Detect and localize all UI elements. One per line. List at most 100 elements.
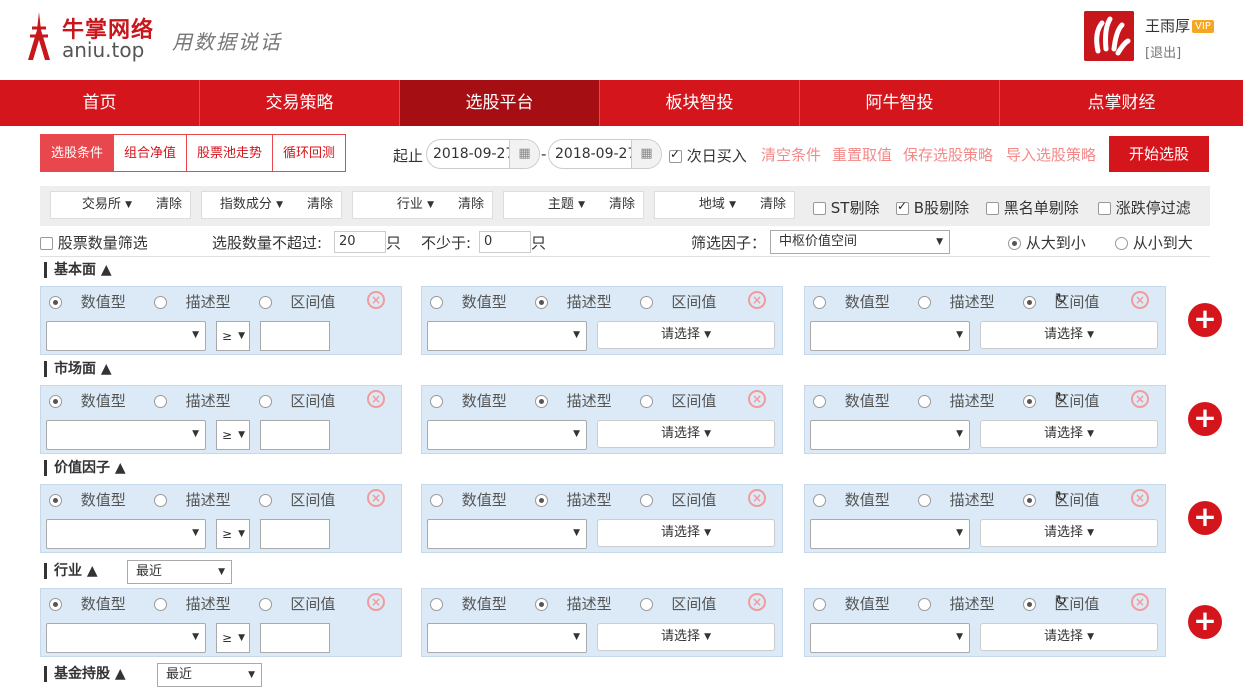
- pick-dropdown[interactable]: 请选择 ▼: [980, 623, 1158, 651]
- pick-dropdown[interactable]: 请选择 ▼: [980, 420, 1158, 448]
- radio-num[interactable]: 数值型: [813, 392, 904, 410]
- operator-select[interactable]: ≥ ▼: [216, 519, 250, 549]
- sort-asc[interactable]: 从小到大: [1115, 232, 1193, 253]
- field-select[interactable]: ▼: [46, 623, 206, 653]
- radio-range[interactable]: 区间值: [639, 293, 731, 311]
- radio-desc[interactable]: 描述型: [153, 392, 245, 410]
- pick-dropdown[interactable]: 请选择 ▼: [980, 321, 1158, 349]
- count-filter[interactable]: 股票数量筛选: [40, 232, 148, 253]
- radio-range[interactable]: 区间值: [639, 595, 731, 613]
- radio-desc[interactable]: 描述型: [917, 491, 1009, 509]
- add-condition-button[interactable]: +: [1188, 402, 1222, 436]
- pick-dropdown[interactable]: 请选择 ▼: [597, 321, 775, 349]
- region-filter[interactable]: 地域 ▼ 清除: [654, 191, 795, 219]
- nav-sector[interactable]: 板块智投: [600, 80, 800, 126]
- radio-num[interactable]: 数值型: [813, 293, 904, 311]
- remove-icon[interactable]: ×: [1131, 390, 1149, 408]
- tab-portfolio-nav[interactable]: 组合净值: [114, 134, 188, 172]
- section-title[interactable]: 价值因子 ▲: [44, 460, 126, 476]
- radio-desc[interactable]: 描述型: [917, 595, 1009, 613]
- refresh-icon[interactable]: ↻: [1055, 593, 1067, 609]
- value-input[interactable]: [260, 623, 330, 653]
- section-title[interactable]: 市场面 ▲: [44, 361, 112, 377]
- save-strategy-link[interactable]: 保存选股策略: [903, 144, 993, 165]
- index-filter[interactable]: 指数成分 ▼ 清除: [201, 191, 342, 219]
- section-title[interactable]: 行业 ▲: [44, 563, 98, 579]
- radio-range[interactable]: 区间值: [639, 491, 731, 509]
- radio-range[interactable]: 区间值: [1022, 491, 1114, 509]
- nav-home[interactable]: 首页: [0, 80, 200, 126]
- period-select[interactable]: 最近 ▼: [127, 560, 232, 584]
- radio-num[interactable]: 数值型: [430, 491, 521, 509]
- radio-num[interactable]: 数值型: [430, 293, 521, 311]
- field-select[interactable]: ▼: [46, 420, 206, 450]
- refresh-icon[interactable]: ↻: [1055, 390, 1067, 406]
- import-strategy-link[interactable]: 导入选股策略: [1006, 144, 1096, 165]
- field-select[interactable]: ▼: [427, 321, 587, 351]
- radio-num[interactable]: 数值型: [813, 491, 904, 509]
- exclude-blacklist[interactable]: 黑名单剔除: [986, 197, 1079, 218]
- remove-icon[interactable]: ×: [1131, 593, 1149, 611]
- section-title[interactable]: 基金持股 ▲: [44, 666, 126, 682]
- max-count-input[interactable]: 20: [334, 231, 386, 253]
- value-input[interactable]: [260, 420, 330, 450]
- exclude-st[interactable]: ST剔除: [813, 197, 879, 218]
- factor-select[interactable]: 中枢价值空间 ▼: [770, 230, 950, 254]
- radio-num[interactable]: 数值型: [813, 595, 904, 613]
- refresh-icon[interactable]: ↻: [1055, 489, 1067, 505]
- pick-dropdown[interactable]: 请选择 ▼: [597, 519, 775, 547]
- radio-range[interactable]: 区间值: [258, 491, 350, 509]
- field-select[interactable]: ▼: [810, 623, 970, 653]
- radio-desc[interactable]: 描述型: [153, 293, 245, 311]
- radio-desc[interactable]: 描述型: [534, 595, 626, 613]
- add-condition-button[interactable]: +: [1188, 501, 1222, 535]
- operator-select[interactable]: ≥ ▼: [216, 321, 250, 351]
- reset-values-link[interactable]: 重置取值: [832, 144, 892, 165]
- radio-range[interactable]: 区间值: [639, 392, 731, 410]
- refresh-icon[interactable]: ↻: [1055, 291, 1067, 307]
- min-count-input[interactable]: 0: [479, 231, 531, 253]
- clear-conditions-link[interactable]: 清空条件: [761, 144, 821, 165]
- radio-desc[interactable]: 描述型: [534, 293, 626, 311]
- limit-filter[interactable]: 涨跌停过滤: [1098, 197, 1191, 218]
- calendar-icon[interactable]: ▦: [509, 140, 539, 168]
- add-condition-button[interactable]: +: [1188, 303, 1222, 337]
- logout-link[interactable]: [退出]: [1145, 42, 1181, 61]
- sort-desc[interactable]: 从大到小: [1008, 232, 1086, 253]
- remove-icon[interactable]: ×: [367, 489, 385, 507]
- remove-icon[interactable]: ×: [1131, 291, 1149, 309]
- exclude-b[interactable]: B股剔除: [896, 197, 969, 218]
- remove-icon[interactable]: ×: [748, 390, 766, 408]
- period-select[interactable]: 最近 ▼: [157, 663, 262, 687]
- radio-desc[interactable]: 描述型: [153, 595, 245, 613]
- radio-range[interactable]: 区间值: [1022, 595, 1114, 613]
- tab-conditions[interactable]: 选股条件: [40, 134, 115, 172]
- exchange-filter[interactable]: 交易所 ▼ 清除: [50, 191, 191, 219]
- radio-range[interactable]: 区间值: [1022, 392, 1114, 410]
- pick-dropdown[interactable]: 请选择 ▼: [597, 420, 775, 448]
- remove-icon[interactable]: ×: [367, 291, 385, 309]
- radio-desc[interactable]: 描述型: [917, 293, 1009, 311]
- field-select[interactable]: ▼: [427, 519, 587, 549]
- radio-num[interactable]: 数值型: [49, 595, 140, 613]
- radio-desc[interactable]: 描述型: [917, 392, 1009, 410]
- calendar-icon[interactable]: ▦: [631, 140, 661, 168]
- theme-filter[interactable]: 主题 ▼ 清除: [503, 191, 644, 219]
- radio-num[interactable]: 数值型: [430, 595, 521, 613]
- radio-range[interactable]: 区间值: [258, 392, 350, 410]
- radio-range[interactable]: 区间值: [258, 293, 350, 311]
- industry-filter[interactable]: 行业 ▼ 清除: [352, 191, 493, 219]
- operator-select[interactable]: ≥ ▼: [216, 420, 250, 450]
- end-date-input[interactable]: 2018-09-27 ▦: [548, 139, 662, 169]
- next-day-buy[interactable]: 次日买入: [669, 145, 747, 166]
- tab-pool-trend[interactable]: 股票池走势: [187, 134, 274, 172]
- add-condition-button[interactable]: +: [1188, 605, 1222, 639]
- radio-num[interactable]: 数值型: [49, 293, 140, 311]
- radio-desc[interactable]: 描述型: [534, 392, 626, 410]
- field-select[interactable]: ▼: [46, 321, 206, 351]
- remove-icon[interactable]: ×: [367, 593, 385, 611]
- field-select[interactable]: ▼: [810, 321, 970, 351]
- field-select[interactable]: ▼: [810, 519, 970, 549]
- remove-icon[interactable]: ×: [748, 291, 766, 309]
- pick-dropdown[interactable]: 请选择 ▼: [980, 519, 1158, 547]
